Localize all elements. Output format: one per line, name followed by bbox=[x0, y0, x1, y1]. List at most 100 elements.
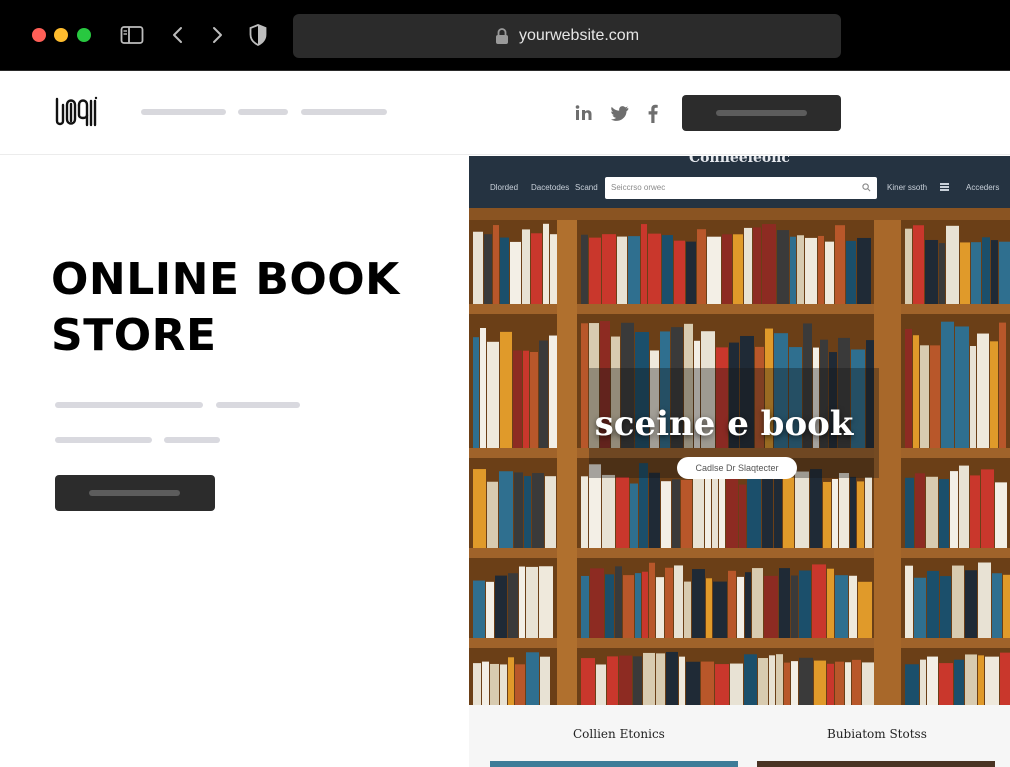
book-spine bbox=[981, 469, 994, 548]
book-spine bbox=[753, 227, 761, 304]
shield-icon[interactable] bbox=[248, 24, 268, 46]
book-spine bbox=[823, 481, 831, 548]
book-spine bbox=[473, 663, 481, 705]
book-spine bbox=[926, 476, 938, 548]
back-chevron-icon[interactable] bbox=[168, 24, 188, 46]
sidebar-icon[interactable] bbox=[120, 24, 144, 46]
book-spine bbox=[825, 241, 834, 304]
book-spine bbox=[739, 484, 746, 548]
book-spine bbox=[540, 656, 550, 705]
header-cta-button[interactable] bbox=[682, 95, 841, 131]
book-spine bbox=[473, 231, 483, 304]
twitter-icon[interactable] bbox=[610, 102, 630, 124]
mockup-search-input: Seiccrso orwec bbox=[605, 177, 877, 199]
menu-icon bbox=[940, 183, 949, 191]
minimize-window-button[interactable] bbox=[54, 28, 68, 42]
book-spine bbox=[744, 654, 757, 705]
book-spine bbox=[774, 471, 782, 548]
book-spine bbox=[914, 577, 926, 638]
text-placeholder-line bbox=[55, 437, 152, 443]
book-spine bbox=[905, 228, 912, 304]
book-spine bbox=[514, 472, 523, 548]
book-spine bbox=[982, 237, 990, 304]
facebook-icon[interactable] bbox=[644, 102, 662, 124]
book-spine bbox=[649, 472, 660, 548]
book-spine bbox=[791, 661, 798, 705]
book-spine bbox=[971, 242, 981, 304]
book-spine bbox=[832, 478, 838, 548]
site-header bbox=[0, 71, 1010, 155]
shelf-post bbox=[557, 208, 577, 705]
linkedin-icon[interactable] bbox=[574, 102, 594, 124]
book-spine bbox=[779, 568, 790, 638]
text-placeholder-line bbox=[216, 402, 300, 408]
book-spine bbox=[672, 479, 680, 548]
lock-icon bbox=[495, 27, 509, 45]
browser-toolbar: yourwebsite.com bbox=[0, 0, 1010, 71]
book-spine bbox=[927, 570, 939, 638]
hero-cta-button[interactable] bbox=[55, 475, 215, 511]
book-spine bbox=[487, 481, 498, 548]
book-spine bbox=[839, 473, 849, 548]
book-spine bbox=[635, 573, 641, 638]
hero-title-line-2: STORE bbox=[51, 310, 217, 361]
book-spine bbox=[939, 479, 949, 548]
book-spine bbox=[656, 653, 665, 705]
book-spine bbox=[784, 662, 790, 705]
book-spine bbox=[812, 564, 826, 638]
book-spine bbox=[515, 664, 525, 705]
book-spine bbox=[992, 573, 1002, 638]
mockup-nav-item: Dacetodes bbox=[531, 183, 570, 192]
book-spine bbox=[666, 651, 678, 705]
logo-icon[interactable] bbox=[54, 95, 98, 129]
book-spine bbox=[858, 581, 872, 638]
book-spine bbox=[970, 475, 980, 548]
book-spine bbox=[1000, 652, 1010, 705]
book-spine bbox=[701, 661, 714, 705]
book-spine bbox=[602, 234, 616, 304]
book-spine bbox=[939, 663, 953, 705]
shelf-board bbox=[469, 548, 1010, 558]
url-text: yourwebsite.com bbox=[518, 27, 640, 44]
shelf-board bbox=[469, 638, 1010, 648]
mockup-category-caption: Collien Etonics bbox=[573, 727, 665, 741]
address-bar[interactable]: yourwebsite.com bbox=[293, 14, 841, 58]
nav-link-1[interactable] bbox=[141, 109, 226, 115]
book-spine bbox=[519, 566, 525, 638]
book-spine bbox=[790, 236, 796, 304]
book-spine bbox=[510, 241, 521, 304]
book-spine bbox=[605, 574, 614, 638]
book-spine bbox=[712, 471, 718, 548]
book-spine bbox=[769, 655, 775, 705]
close-window-button[interactable] bbox=[32, 28, 46, 42]
nav-link-2[interactable] bbox=[238, 109, 288, 115]
book-spine bbox=[543, 223, 549, 304]
book-spine bbox=[697, 229, 706, 304]
book-spine bbox=[965, 570, 977, 638]
book-spine bbox=[744, 227, 752, 304]
mockup-nav-item: Kiner ssoth bbox=[887, 183, 928, 192]
button-label-placeholder bbox=[716, 110, 807, 116]
book-spine bbox=[995, 482, 1007, 548]
book-spine bbox=[835, 575, 848, 638]
book-spine bbox=[954, 659, 964, 705]
book-spine bbox=[764, 575, 778, 638]
book-spine bbox=[776, 654, 783, 705]
text-placeholder-line bbox=[55, 402, 203, 408]
book-spine bbox=[952, 565, 964, 638]
book-spine bbox=[473, 469, 486, 548]
book-spine bbox=[985, 656, 999, 705]
book-spine bbox=[522, 229, 530, 304]
mockup-brand: Conneeleonc bbox=[689, 156, 790, 166]
book-spine bbox=[607, 656, 618, 705]
zoom-window-button[interactable] bbox=[77, 28, 91, 42]
book-spine bbox=[633, 656, 642, 705]
search-icon bbox=[862, 183, 871, 192]
book-spine bbox=[835, 661, 844, 705]
hero-title: ONLINE BOOK STORE bbox=[51, 252, 431, 364]
book-spine bbox=[616, 477, 629, 548]
mockup-category-caption: Bubiatom Stotss bbox=[827, 727, 927, 741]
nav-link-3[interactable] bbox=[301, 109, 387, 115]
forward-chevron-icon[interactable] bbox=[207, 24, 227, 46]
book-spine bbox=[581, 234, 588, 304]
